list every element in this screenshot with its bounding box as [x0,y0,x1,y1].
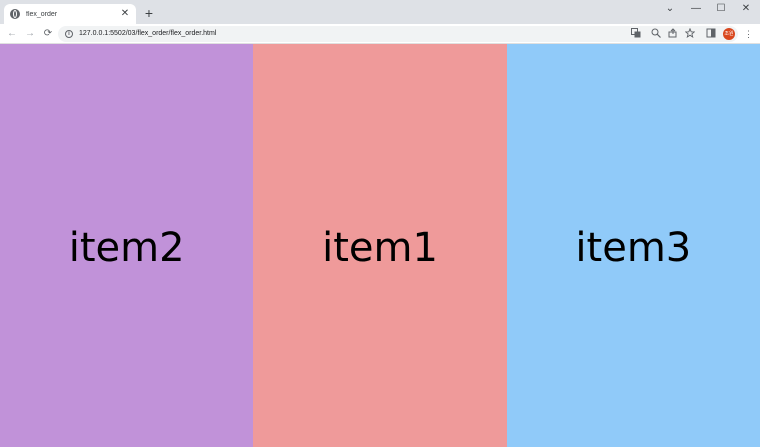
reload-button[interactable]: ⟳ [41,27,55,41]
back-button[interactable]: ← [5,27,19,41]
site-info-icon[interactable]: i [65,30,73,38]
browser-toolbar: ← → ⟳ i 127.0.0.1:5502/03/flex_order/fle… [0,24,760,44]
flex-item-item3: item3 [506,44,760,447]
flex-item-label: item1 [322,224,438,271]
close-tab-icon[interactable]: ✕ [120,9,130,19]
url-text[interactable]: 127.0.0.1:5502/03/flex_order/flex_order.… [79,29,216,39]
maximize-button[interactable]: ☐ [711,2,731,16]
tab-strip: flex_order ✕ + ⌄ — ☐ ✕ [0,0,760,24]
globe-icon [10,9,20,19]
star-icon[interactable] [684,27,696,40]
translate-icon[interactable] [630,28,642,40]
profile-avatar[interactable]: 조원 [723,28,735,40]
minimize-button[interactable]: — [686,2,706,16]
flex-container: item2 item1 item3 [0,44,760,447]
sidepanel-icon[interactable] [705,28,717,40]
new-tab-button[interactable]: + [142,5,156,21]
tab-search-chevron-icon[interactable]: ⌄ [660,2,680,16]
forward-button[interactable]: → [23,27,37,41]
tab-title: flex_order [26,10,58,18]
zoom-icon[interactable] [650,28,662,40]
close-window-button[interactable]: ✕ [736,2,756,16]
flex-item-item2: item2 [0,44,254,447]
flex-item-label: item2 [68,224,185,271]
menu-dots-icon[interactable]: ⋮ [744,28,753,40]
flex-item-item1: item1 [253,44,507,447]
share-icon[interactable] [667,28,679,40]
tab-flex-order[interactable]: flex_order ✕ [4,4,136,24]
address-bar[interactable]: i 127.0.0.1:5502/03/flex_order/flex_orde… [58,26,738,42]
flex-item-label: item3 [575,224,692,271]
